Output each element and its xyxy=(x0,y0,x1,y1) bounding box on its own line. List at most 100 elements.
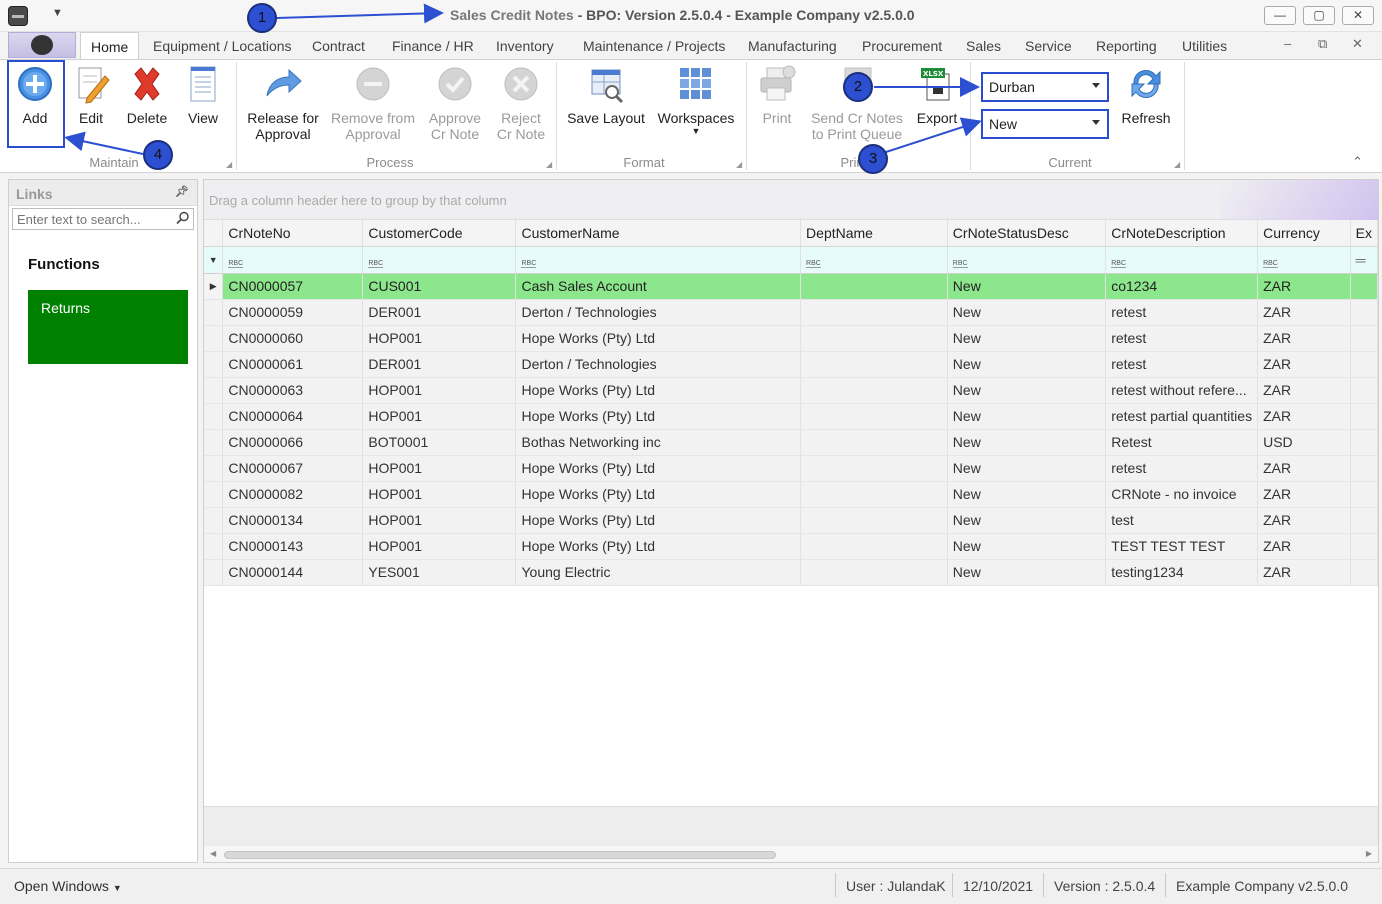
delete-button[interactable]: Delete xyxy=(124,64,170,126)
cell-ex[interactable] xyxy=(1350,325,1378,352)
column-header-crnotedescription[interactable]: CrNoteDescription xyxy=(1105,220,1259,247)
cell-deptname[interactable] xyxy=(800,299,948,326)
cell-deptname[interactable] xyxy=(800,403,948,430)
cell-ex[interactable] xyxy=(1350,351,1378,378)
tab-service[interactable]: Service xyxy=(1025,38,1072,54)
cell-deptname[interactable] xyxy=(800,273,948,300)
cell-crnotedescription[interactable]: retest without refere... xyxy=(1105,377,1259,404)
cell-crnotestatusdesc[interactable]: New xyxy=(947,481,1107,508)
tab-reporting[interactable]: Reporting xyxy=(1096,38,1157,54)
cell-deptname[interactable] xyxy=(800,559,948,586)
cell-customercode[interactable]: DER001 xyxy=(362,299,517,326)
table-row[interactable]: CN0000067 HOP001 Hope Works (Pty) Ltd New re… xyxy=(204,455,1378,482)
filter-funnel-icon[interactable]: ▼ xyxy=(204,246,224,274)
maintain-launcher-icon[interactable]: ◢ xyxy=(226,160,232,169)
filter-cell[interactable]: RBC xyxy=(222,246,364,274)
cell-deptname[interactable] xyxy=(800,351,948,378)
cell-customername[interactable]: Derton / Technologies xyxy=(515,299,802,326)
cell-crnoteno[interactable]: CN0000082 xyxy=(222,481,364,508)
save-layout-button[interactable]: Save Layout xyxy=(564,64,648,126)
view-button[interactable]: View xyxy=(182,64,224,126)
cell-crnotestatusdesc[interactable]: New xyxy=(947,507,1107,534)
cell-customercode[interactable]: HOP001 xyxy=(362,403,517,430)
cell-crnotedescription[interactable]: retest partial quantities xyxy=(1105,403,1259,430)
horizontal-scrollbar[interactable]: ◀ ▶ xyxy=(204,846,1378,862)
refresh-button[interactable]: Refresh xyxy=(1118,64,1174,126)
pin-icon[interactable]: 📌︎ xyxy=(175,185,189,198)
search-icon[interactable] xyxy=(176,211,190,225)
table-row[interactable]: CN0000144 YES001 Young Electric New testing1… xyxy=(204,559,1378,586)
table-row[interactable]: CN0000064 HOP001 Hope Works (Pty) Ltd New re… xyxy=(204,403,1378,430)
row-indicator[interactable] xyxy=(204,299,224,326)
cell-ex[interactable] xyxy=(1350,273,1378,300)
cell-ex[interactable] xyxy=(1350,377,1378,404)
table-row[interactable]: CN0000143 HOP001 Hope Works (Pty) Ltd New TE… xyxy=(204,533,1378,560)
cell-ex[interactable] xyxy=(1350,299,1378,326)
cell-crnotedescription[interactable]: co1234 xyxy=(1105,273,1259,300)
ribbon-minimize-icon[interactable]: – xyxy=(1284,36,1291,51)
filter-cell[interactable]: RBC xyxy=(362,246,517,274)
ribbon-restore-icon[interactable]: ⧉ xyxy=(1318,36,1327,52)
reject-cr-note-button[interactable]: Reject Cr Note xyxy=(492,64,550,142)
cell-deptname[interactable] xyxy=(800,507,948,534)
cell-deptname[interactable] xyxy=(800,481,948,508)
cell-crnoteno[interactable]: CN0000059 xyxy=(222,299,364,326)
cell-crnotestatusdesc[interactable]: New xyxy=(947,455,1107,482)
status-dropdown[interactable]: New xyxy=(981,109,1109,139)
cell-ex[interactable] xyxy=(1350,403,1378,430)
quick-access-dropdown-icon[interactable]: ▼ xyxy=(52,7,63,19)
tab-sales[interactable]: Sales xyxy=(966,38,1001,54)
cell-customercode[interactable]: BOT0001 xyxy=(362,429,517,456)
application-menu-button[interactable] xyxy=(8,32,76,58)
cell-crnotestatusdesc[interactable]: New xyxy=(947,429,1107,456)
app-icon[interactable] xyxy=(8,6,28,26)
cell-crnotedescription[interactable]: Retest xyxy=(1105,429,1259,456)
cell-customername[interactable]: Hope Works (Pty) Ltd xyxy=(515,325,802,352)
cell-crnotestatusdesc[interactable]: New xyxy=(947,403,1107,430)
cell-customername[interactable]: Cash Sales Account xyxy=(515,273,802,300)
filter-cell[interactable]: RBC xyxy=(947,246,1107,274)
format-launcher-icon[interactable]: ◢ xyxy=(736,160,742,169)
cell-currency[interactable]: ZAR xyxy=(1257,351,1351,378)
cell-deptname[interactable] xyxy=(800,325,948,352)
cell-customercode[interactable]: CUS001 xyxy=(362,273,517,300)
cell-crnoteno[interactable]: CN0000060 xyxy=(222,325,364,352)
tab-home[interactable]: Home xyxy=(80,32,140,59)
scrollbar-thumb[interactable] xyxy=(224,851,776,859)
ribbon-close-icon[interactable]: ✕ xyxy=(1352,36,1363,52)
table-row[interactable]: CN0000061 DER001 Derton / Technologies New r… xyxy=(204,351,1378,378)
cell-crnoteno[interactable]: CN0000067 xyxy=(222,455,364,482)
group-by-panel[interactable]: Drag a column header here to group by th… xyxy=(204,180,1378,220)
cell-currency[interactable]: ZAR xyxy=(1257,299,1351,326)
cell-deptname[interactable] xyxy=(800,377,948,404)
cell-customercode[interactable]: HOP001 xyxy=(362,533,517,560)
cell-deptname[interactable] xyxy=(800,455,948,482)
cell-ex[interactable] xyxy=(1350,429,1378,456)
cell-crnoteno[interactable]: CN0000134 xyxy=(222,507,364,534)
cell-currency[interactable]: ZAR xyxy=(1257,533,1351,560)
column-header-customername[interactable]: CustomerName xyxy=(515,220,802,247)
column-header-crnoteno[interactable]: CrNoteNo xyxy=(222,220,364,247)
cell-currency[interactable]: ZAR xyxy=(1257,481,1351,508)
column-header-ex[interactable]: Ex xyxy=(1350,220,1378,247)
filter-cell[interactable]: RBC xyxy=(515,246,802,274)
cell-customername[interactable]: Hope Works (Pty) Ltd xyxy=(515,377,802,404)
cell-customername[interactable]: Bothas Networking inc xyxy=(515,429,802,456)
cell-customername[interactable]: Hope Works (Pty) Ltd xyxy=(515,507,802,534)
cell-ex[interactable] xyxy=(1350,507,1378,534)
cell-crnotedescription[interactable]: retest xyxy=(1105,351,1259,378)
cell-crnotestatusdesc[interactable]: New xyxy=(947,533,1107,560)
cell-currency[interactable]: ZAR xyxy=(1257,507,1351,534)
site-dropdown[interactable]: Durban xyxy=(981,72,1109,102)
column-header-crnotestatusdesc[interactable]: CrNoteStatusDesc xyxy=(947,220,1107,247)
cell-customercode[interactable]: HOP001 xyxy=(362,507,517,534)
cell-crnotedescription[interactable]: CRNote - no invoice xyxy=(1105,481,1259,508)
row-indicator[interactable] xyxy=(204,507,224,534)
filter-cell[interactable]: RBC xyxy=(1105,246,1259,274)
cell-customername[interactable]: Derton / Technologies xyxy=(515,351,802,378)
tab-manufacturing[interactable]: Manufacturing xyxy=(748,38,837,54)
cell-crnoteno[interactable]: CN0000144 xyxy=(222,559,364,586)
table-row[interactable]: CN0000059 DER001 Derton / Technologies New r… xyxy=(204,299,1378,326)
cell-currency[interactable]: ZAR xyxy=(1257,377,1351,404)
cell-currency[interactable]: ZAR xyxy=(1257,455,1351,482)
